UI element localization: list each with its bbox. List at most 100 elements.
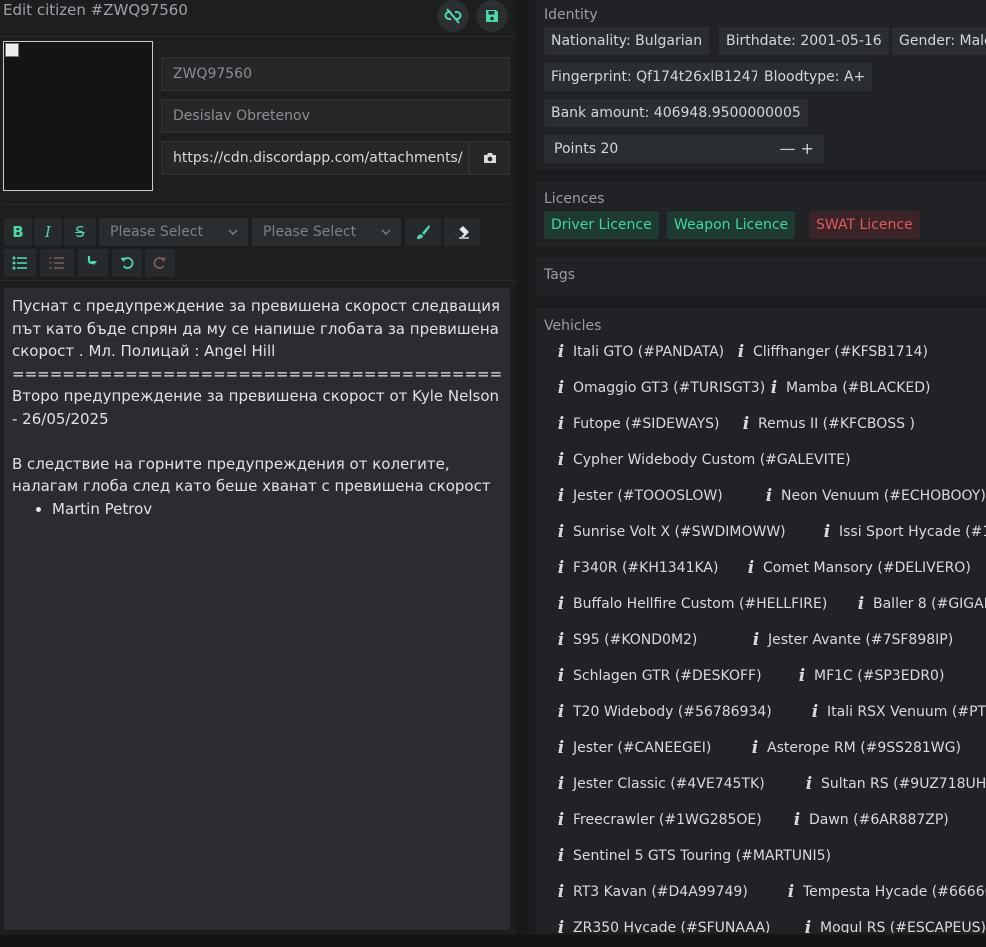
info-icon[interactable]: i (554, 594, 568, 614)
vehicle-item[interactable]: i Schlagen GTR (#DESKOFF) (554, 666, 762, 686)
vehicle-label: Cliffhanger (#KFSB1714) (753, 344, 928, 360)
indent-button[interactable] (78, 249, 108, 277)
info-icon[interactable]: i (795, 666, 809, 686)
licences-title: Licences (544, 191, 605, 207)
vehicle-label: Dawn (#6AR887ZP) (809, 812, 949, 828)
licence-swat[interactable]: SWAT Licence (809, 211, 920, 239)
vehicle-item[interactable]: i Dawn (#6AR887ZP) (790, 810, 949, 830)
info-icon[interactable]: i (784, 882, 798, 902)
vehicle-item[interactable]: i T20 Widebody (#56786934) (554, 702, 772, 722)
info-icon[interactable]: i (749, 630, 763, 650)
vehicle-item[interactable]: i Mamba (#BLACKED) (767, 378, 931, 398)
info-icon[interactable]: i (554, 378, 568, 398)
info-icon[interactable]: i (554, 342, 568, 362)
font-size-select[interactable]: Please Select (99, 218, 248, 246)
notes-editor[interactable]: Пуснат с предупреждение за превишена ско… (4, 288, 510, 930)
highlight-button[interactable] (405, 218, 441, 246)
photo-url-field[interactable]: https://cdn.discordapp.com/attachments/ (161, 141, 469, 175)
vehicle-item[interactable]: i Buffalo Hellfire Custom (#HELLFIRE) (554, 594, 828, 614)
info-icon[interactable]: i (554, 450, 568, 470)
bullet-list-button[interactable] (4, 249, 36, 277)
vehicle-item[interactable]: i Asterope RM (#9SS281WG) (748, 738, 961, 758)
info-icon[interactable]: i (554, 630, 568, 650)
info-icon[interactable]: i (554, 918, 568, 933)
undo-button[interactable] (112, 249, 142, 277)
vehicle-item[interactable]: i Cliffhanger (#KFSB1714) (734, 342, 928, 362)
vehicle-item[interactable]: i Sunrise Volt X (#SWDIMOWW) (554, 522, 786, 542)
vehicle-item[interactable]: i Baller 8 (#GIGABOS (854, 594, 986, 614)
vehicle-item[interactable]: i Jester Avante (#7SF898IP) (749, 630, 953, 650)
info-icon[interactable]: i (554, 738, 568, 758)
vehicle-list: i Itali GTO (#PANDATA) i Cliffhanger (#KFSB… (536, 330, 986, 933)
vehicle-item[interactable]: i Futope (#SIDEWAYS) (554, 414, 720, 434)
info-icon[interactable]: i (554, 558, 568, 578)
info-icon[interactable]: i (744, 558, 758, 578)
licence-weapon[interactable]: Weapon Licence (667, 211, 796, 239)
vehicle-item[interactable]: i Jester (#CANEEGEI) (554, 738, 712, 758)
heading-select[interactable]: Please Select (252, 218, 401, 246)
vehicle-item[interactable]: i Comet Mansory (#DELIVERO) (744, 558, 971, 578)
vehicle-item[interactable]: i Jester Classic (#4VE745TK) (554, 774, 765, 794)
info-icon[interactable]: i (762, 486, 776, 506)
vehicle-item[interactable]: i Omaggio GT3 (#TURISGT3) (554, 378, 765, 398)
note-line: Второ предупреждение за превишена скорос… (12, 387, 504, 428)
info-icon[interactable]: i (767, 378, 781, 398)
strikethrough-button[interactable]: S (64, 218, 96, 246)
info-icon[interactable]: i (802, 774, 816, 794)
info-icon[interactable]: i (554, 774, 568, 794)
info-icon[interactable]: i (554, 702, 568, 722)
vehicle-item[interactable]: i Mogul RS (#ESCAPEUS) (801, 918, 986, 933)
licence-driver[interactable]: Driver Licence (544, 211, 659, 239)
vehicle-item[interactable]: i Tempesta Hycade (#66666 (784, 882, 986, 902)
info-icon[interactable]: i (790, 810, 804, 830)
vehicle-item[interactable]: i Itali RSX Venuum (#PTRLA (808, 702, 986, 722)
clear-format-button[interactable] (444, 218, 480, 246)
info-icon[interactable]: i (854, 594, 868, 614)
eraser-icon (455, 226, 469, 239)
ordered-list-button[interactable] (40, 249, 74, 277)
vehicle-item[interactable]: i F340R (#KH1341KA) (554, 558, 719, 578)
info-icon[interactable]: i (554, 414, 568, 434)
vehicle-item[interactable]: i Issi Sport Hycade (#1VIP (820, 522, 986, 542)
bottom-strip (0, 935, 986, 947)
points-stepper[interactable]: — + (780, 135, 815, 163)
vehicle-item[interactable]: i Itali GTO (#PANDATA) (554, 342, 724, 362)
info-icon[interactable]: i (554, 810, 568, 830)
take-photo-button[interactable] (469, 141, 510, 175)
info-icon[interactable]: i (554, 882, 568, 902)
vehicle-item[interactable]: i S95 (#KOND0M2) (554, 630, 698, 650)
info-icon[interactable]: i (554, 666, 568, 686)
vehicle-item[interactable]: i Sultan RS (#9UZ718UH) (802, 774, 986, 794)
vehicle-item[interactable]: i Remus II (#KFCBOSS ) (739, 414, 915, 434)
vehicle-label: MF1C (#SP3EDR0) (814, 668, 945, 684)
nationality-chip: Nationality: Bulgarian (544, 27, 710, 55)
vehicle-item[interactable]: i RT3 Kavan (#D4A99749) (554, 882, 748, 902)
vehicle-item[interactable]: i Cypher Widebody Custom (#GALEVITE) (554, 450, 851, 470)
citizen-name-field[interactable]: Desislav Obretenov (161, 99, 510, 133)
vehicle-item[interactable]: i Freecrawler (#1WG285OE) (554, 810, 762, 830)
vehicle-label: RT3 Kavan (#D4A99749) (573, 884, 748, 900)
info-icon[interactable]: i (554, 486, 568, 506)
citizen-id-field[interactable]: ZWQ97560 (161, 57, 510, 91)
redo-button[interactable] (145, 249, 175, 277)
note-bullet-list: Martin Petrov (12, 498, 502, 521)
info-icon[interactable]: i (554, 522, 568, 542)
vehicle-item[interactable]: i MF1C (#SP3EDR0) (795, 666, 945, 686)
info-icon[interactable]: i (734, 342, 748, 362)
save-button[interactable] (476, 0, 508, 32)
info-icon[interactable]: i (739, 414, 753, 434)
info-icon[interactable]: i (554, 846, 568, 866)
citizen-photo (3, 41, 153, 191)
bold-button[interactable]: B (4, 218, 32, 246)
info-icon[interactable]: i (820, 522, 834, 542)
info-icon[interactable]: i (748, 738, 762, 758)
vehicle-item[interactable]: i Jester (#TOOOSLOW) (554, 486, 723, 506)
toolbar-divider (0, 280, 516, 281)
unlink-button[interactable] (437, 0, 469, 32)
vehicle-item[interactable]: i Sentinel 5 GTS Touring (#MARTUNI5) (554, 846, 831, 866)
italic-button[interactable]: I (34, 218, 62, 246)
info-icon[interactable]: i (801, 918, 815, 933)
info-icon[interactable]: i (808, 702, 822, 722)
vehicle-item[interactable]: i Neon Venuum (#ECHOBOOY) (762, 486, 986, 506)
vehicle-item[interactable]: i ZR350 Hycade (#SFUNAAA) (554, 918, 771, 933)
